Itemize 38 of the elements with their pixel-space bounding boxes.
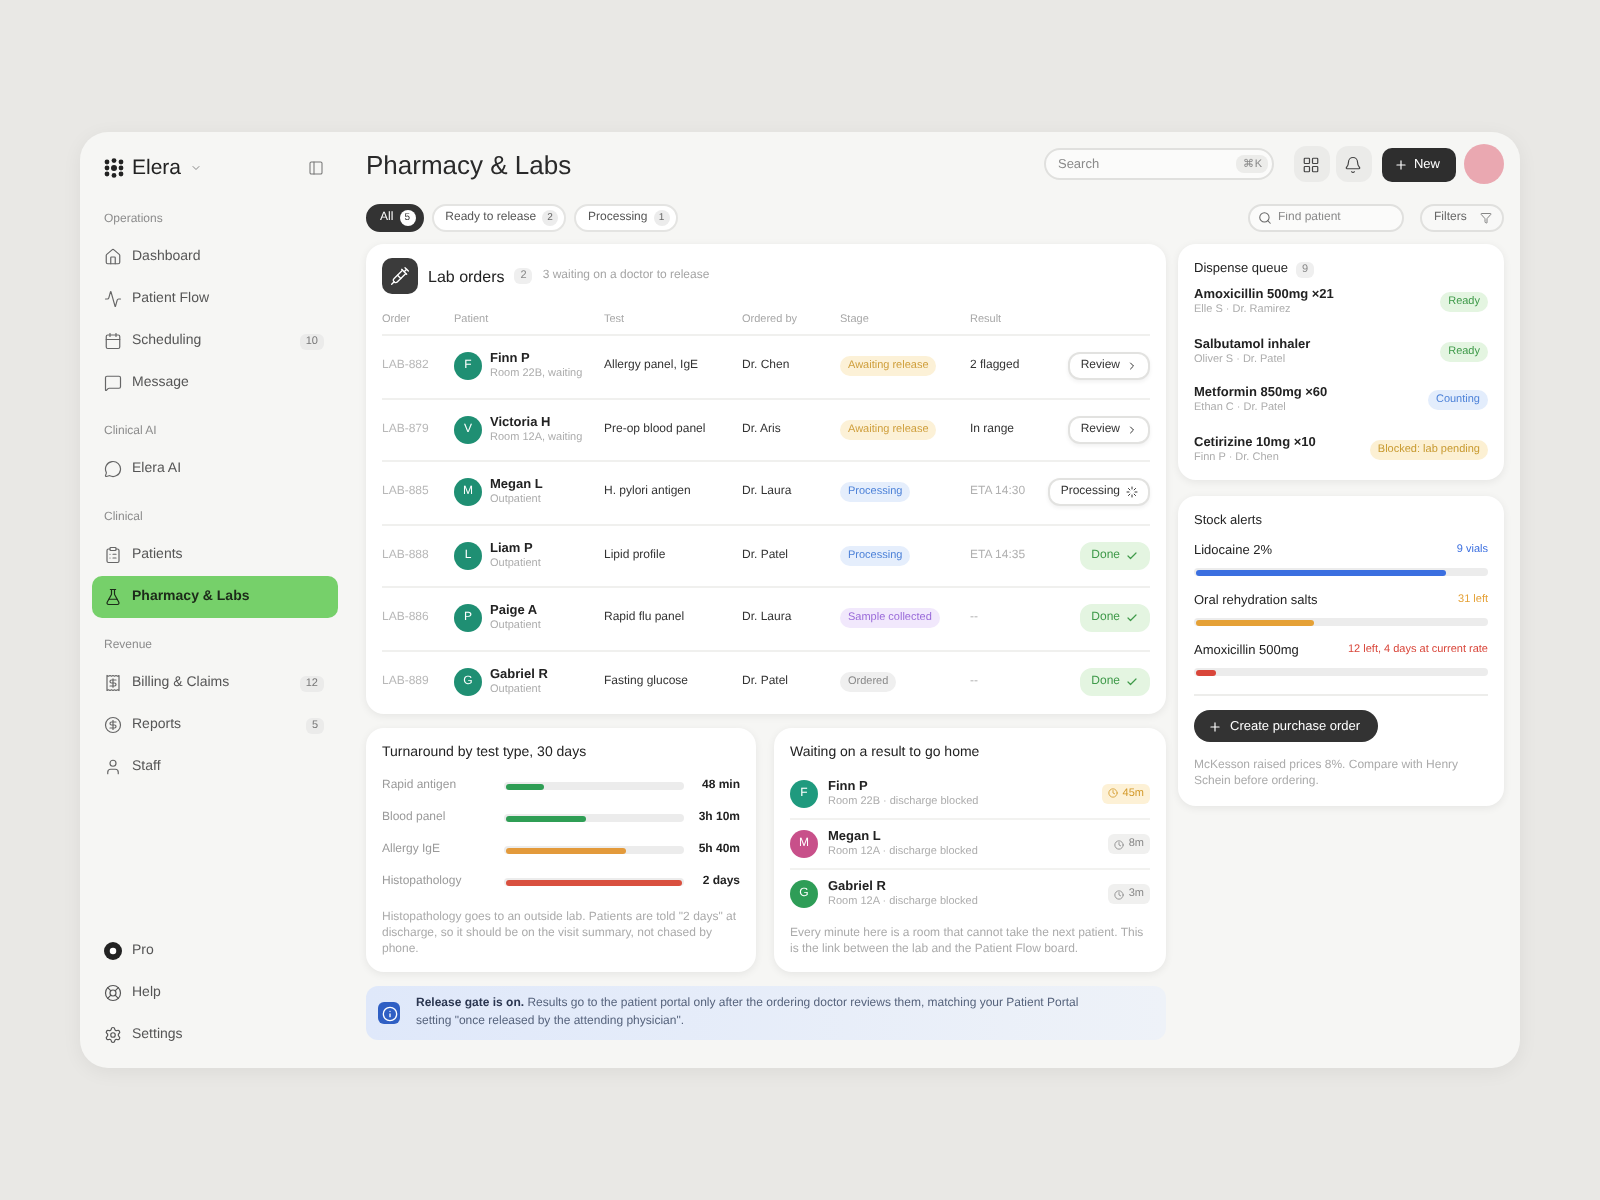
clock-icon (1108, 788, 1119, 798)
bell-icon (1344, 155, 1363, 173)
search-icon (1258, 211, 1272, 225)
clock-icon (1114, 839, 1125, 849)
flask-icon (104, 588, 122, 606)
clipboard-icon (104, 546, 122, 564)
syringe-icon (382, 258, 418, 294)
calendar-icon (104, 332, 122, 350)
logo-icon (104, 158, 124, 178)
card-title: Lab orders (428, 267, 505, 285)
chevron-right-icon (1126, 360, 1138, 373)
grid-button[interactable] (1293, 146, 1330, 182)
check-icon (1126, 675, 1138, 688)
filter-icon (1480, 212, 1492, 224)
check-icon (1126, 549, 1138, 562)
notifications-button[interactable] (1335, 146, 1372, 182)
lifebuoy-icon (104, 984, 122, 1002)
spinner-icon (1126, 486, 1138, 499)
sidebar-toggle-icon[interactable] (308, 160, 324, 176)
check-icon (1126, 612, 1138, 625)
record-icon (104, 942, 122, 960)
dollar-icon (104, 716, 122, 734)
plus-icon (1393, 157, 1408, 171)
activity-icon (104, 290, 122, 308)
chevron-down-icon (189, 162, 202, 174)
settings-icon (104, 1026, 122, 1044)
clock-icon (1114, 889, 1125, 899)
chevron-right-icon (1126, 423, 1138, 436)
plus-icon (1208, 719, 1222, 733)
user-icon (104, 758, 122, 776)
brand-name: Elera (132, 156, 182, 180)
chat-bubble-icon (104, 460, 122, 478)
receipt-icon (104, 674, 122, 692)
speech-bubble-icon (104, 374, 122, 392)
page-title: Pharmacy & Labs (366, 149, 572, 179)
grid-icon (1302, 155, 1321, 173)
home-icon (104, 248, 122, 266)
info-icon (378, 1002, 400, 1024)
